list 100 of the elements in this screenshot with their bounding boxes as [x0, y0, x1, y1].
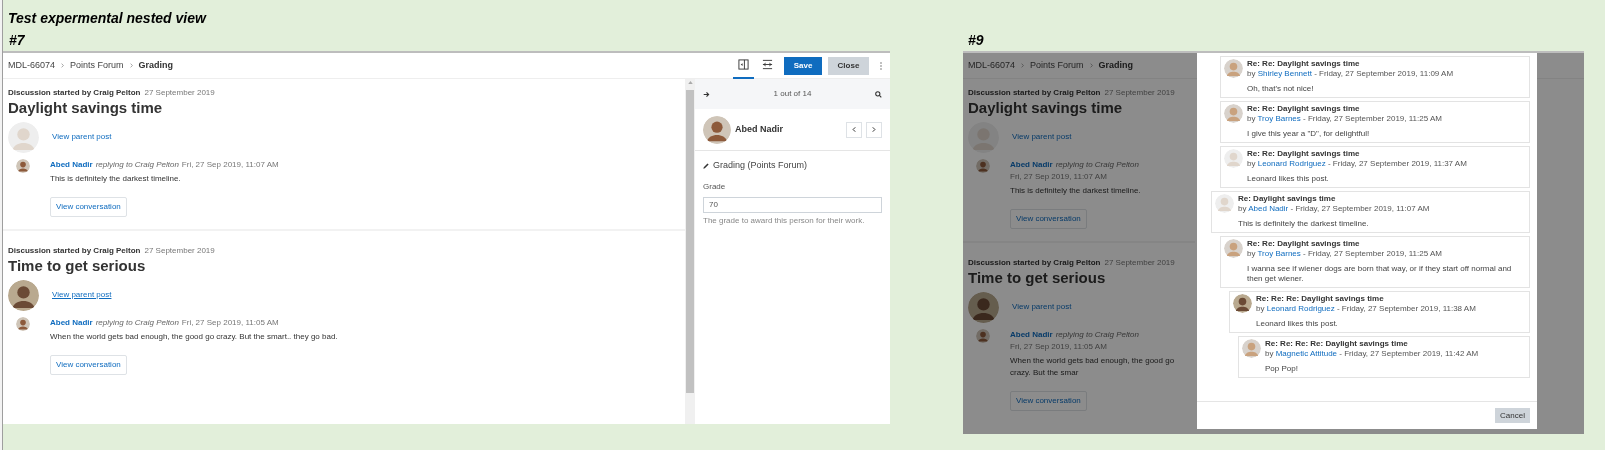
replying-to: replying to Craig Pelton: [95, 316, 179, 329]
chevron-left-icon: [852, 127, 856, 132]
reply-byline: by Magnetic Attitude - Friday, 27 September 2019, 11:42 AM: [1265, 349, 1479, 359]
post-time: Fri, 27 Sep 2019, 11:07 AM: [181, 158, 279, 171]
grade-input[interactable]: 70: [703, 196, 882, 213]
reply-message: Pop Pop!: [1265, 364, 1299, 374]
reply-title: Re: Re: Daylight savings time: [1247, 104, 1361, 114]
reply-message: Oh, that's not nice!: [1247, 84, 1315, 94]
author-link[interactable]: Troy Barnes: [1257, 114, 1301, 123]
post-message: When the world gets bad enough, the good go crazy. But the smart.. they go bad.: [50, 330, 338, 343]
breadcrumb-item[interactable]: Points Forum: [70, 58, 124, 73]
discussion-starter: Discussion started by Craig Pelton: [968, 87, 1101, 99]
post-message: This is definitely the darkest timeline.: [50, 172, 182, 185]
author-link[interactable]: Abed Nadir: [1010, 328, 1053, 341]
avatar: [968, 121, 999, 153]
pencil-icon: [703, 162, 709, 169]
search-icon[interactable]: [875, 90, 882, 98]
author-link[interactable]: Abed Nadir: [1010, 158, 1053, 171]
parent-post-link[interactable]: View parent post: [1012, 131, 1072, 144]
avatar: [16, 158, 30, 173]
reply-byline: by Leonard Rodriguez - Friday, 27 September 2019, 11:37 AM: [1247, 159, 1467, 169]
avatar: [1215, 194, 1234, 213]
sheet-title: Test expermental nested view: [8, 9, 208, 28]
avatar: [976, 158, 990, 173]
breadcrumb-item: Grading: [1098, 58, 1134, 72]
post-message: When the world gets bad enough, the good go crazy. But the smar: [1010, 354, 1176, 379]
author-link[interactable]: Abed Nadir: [1248, 204, 1289, 213]
screenshot-label: #9: [967, 31, 985, 50]
discussion-date: 27 September 2019: [1104, 256, 1175, 269]
author-link[interactable]: Abed Nadir: [50, 158, 93, 171]
grade-help-text: The grade to award this person for their work.: [703, 214, 866, 227]
avatar: [1224, 104, 1243, 123]
chevron-icon: [1021, 63, 1025, 68]
avatar: [1224, 59, 1243, 78]
chevron-right-icon: [872, 127, 876, 132]
avatar: [1233, 294, 1252, 313]
reply-title: Re: Daylight savings time: [1238, 194, 1337, 204]
arrow-right-icon[interactable]: [703, 90, 710, 98]
discussion-starter: Discussion started by Craig Pelton: [8, 244, 141, 257]
discussion-title: Time to get serious: [968, 268, 1107, 288]
breadcrumb-item: Grading: [138, 58, 174, 72]
author-link[interactable]: Leonard Rodriguez: [1257, 159, 1326, 168]
author-link[interactable]: Abed Nadir: [50, 316, 93, 329]
breadcrumb-item[interactable]: Points Forum: [1030, 58, 1084, 73]
breadcrumb-item[interactable]: MDL-66074: [8, 58, 56, 73]
reply-message: I wanna see if wiener dogs are born that way, or if they start off normal and then get wiener.: [1247, 264, 1513, 284]
grade-label: Grade: [703, 180, 727, 193]
avatar: [976, 328, 990, 343]
author-link[interactable]: Magnetic Attitude: [1275, 349, 1338, 358]
scrollbar[interactable]: [685, 79, 695, 424]
avatar: [8, 279, 39, 311]
reply-byline: by Troy Barnes - Friday, 27 September 2019, 11:25 AM: [1247, 114, 1442, 124]
discussion-date: 27 September 2019: [144, 87, 215, 99]
parent-post-link[interactable]: View parent post: [1012, 301, 1072, 313]
post-message: This is definitely the darkest timeline.: [1010, 184, 1142, 197]
avatar: [1224, 239, 1243, 258]
view-conversation-button[interactable]: View conversation: [50, 354, 127, 375]
save-button[interactable]: Save: [784, 56, 822, 75]
replying-to: replying to Craig Pelton: [1055, 328, 1139, 341]
reply-title: Re: Re: Daylight savings time: [1247, 59, 1361, 69]
collapse-icon[interactable]: [762, 59, 773, 70]
discussion-title: Daylight savings time: [968, 99, 1124, 118]
breadcrumb-item[interactable]: MDL-66074: [968, 58, 1016, 73]
reply-message: Leonard likes this post.: [1247, 174, 1330, 184]
discussion-title: Time to get serious: [8, 256, 147, 276]
side-panel-icon[interactable]: [738, 59, 749, 70]
student-counter: 1 out of 14: [772, 88, 813, 100]
view-conversation-button[interactable]: View conversation: [1010, 208, 1087, 229]
view-conversation-button[interactable]: View conversation: [50, 196, 127, 217]
discussion-starter: Discussion started by Craig Pelton: [968, 256, 1101, 269]
view-conversation-button[interactable]: View conversation: [1010, 390, 1087, 411]
author-link[interactable]: Shirley Bennett: [1257, 69, 1312, 78]
author-link[interactable]: Leonard Rodriguez: [1266, 304, 1335, 313]
reply-byline: by Shirley Bennett - Friday, 27 September 2019, 11:09 AM: [1247, 69, 1454, 79]
reply-byline: by Troy Barnes - Friday, 27 September 2019, 11:25 AM: [1247, 249, 1443, 259]
grading-section-title: Grading (Points Forum): [713, 159, 808, 172]
avatar: [703, 115, 731, 144]
reply-byline: by Leonard Rodriguez - Friday, 27 September 2019, 11:38 AM: [1256, 304, 1476, 314]
cancel-button[interactable]: Cancel: [1495, 408, 1530, 423]
reply-title: Re: Re: Daylight savings time: [1247, 239, 1361, 249]
author-link[interactable]: Troy Barnes: [1257, 249, 1301, 258]
reply-message: Leonard likes this post.: [1256, 319, 1339, 329]
avatar: [16, 316, 30, 331]
parent-post-link[interactable]: View parent post: [52, 289, 112, 301]
avatar: [968, 291, 999, 323]
reply-title: Re: Re: Daylight savings time: [1247, 149, 1361, 159]
discussion-starter: Discussion started by Craig Pelton: [8, 87, 141, 99]
avatar: [1224, 149, 1243, 168]
reply-title: Re: Re: Re: Daylight savings time: [1256, 294, 1385, 304]
close-button[interactable]: Close: [828, 56, 869, 75]
reply-message: I give this year a "D", for delightful!: [1247, 129, 1371, 139]
replying-to: replying to Craig Pelton: [1055, 158, 1139, 171]
avatar: [8, 121, 39, 153]
reply-message: This is definitely the darkest timeline.: [1238, 219, 1370, 229]
parent-post-link[interactable]: View parent post: [52, 131, 112, 144]
student-name: Abed Nadir: [735, 122, 784, 136]
chevron-icon: [1089, 63, 1093, 68]
replying-to: replying to Craig Pelton: [95, 158, 179, 171]
chevron-icon: [129, 63, 133, 68]
reply-byline: by Abed Nadir - Friday, 27 September 2019, 11:07 AM: [1238, 204, 1430, 214]
